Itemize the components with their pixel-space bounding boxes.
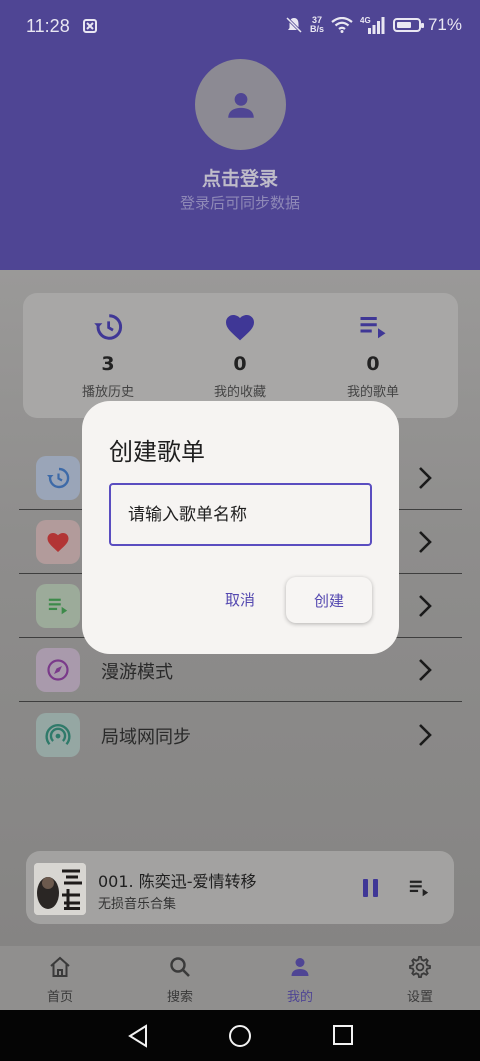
queue-icon[interactable] [408,877,430,899]
status-bar: 11:28 37 B/s 4G 71% [0,0,480,54]
home-icon [50,956,70,977]
playlist-icon [48,598,68,615]
menu-lan-sync-label: 局域网同步 [101,727,191,748]
menu-roam-icon-box [36,648,80,692]
compass-icon [47,659,69,681]
now-playing-bar[interactable]: 001. 陈奕迅-爱情转移 无损音乐合集 [26,851,454,924]
nav-search[interactable]: 搜索 [140,954,220,1005]
album-cover [34,863,86,915]
menu-row-lan-sync[interactable]: 局域网同步 [19,703,462,767]
svg-text:4G: 4G [360,16,371,25]
chevron-right-icon [419,724,432,746]
heart-icon [47,533,69,552]
gear-icon [409,955,431,978]
back-icon[interactable] [127,1024,149,1048]
pause-icon[interactable] [360,877,382,899]
stat-playlists-value: 0 [366,353,380,375]
stat-favorites-label: 我的收藏 [213,385,266,400]
stats-card: 3 播放历史 0 我的收藏 0 我的歌单 [23,293,458,418]
stat-history-value: 3 [101,353,115,375]
nav-mine[interactable]: 我的 [260,954,340,1005]
menu-roam-label: 漫游模式 [101,662,173,683]
person-icon [291,958,309,976]
login-subtitle: 登录后可同步数据 [179,194,300,212]
stat-history-label: 播放历史 [81,385,134,400]
stat-playlists[interactable]: 0 我的歌单 [313,311,433,400]
broadcast-icon [45,724,71,746]
menu-favorites-icon-box [36,520,80,564]
net-speed: 37 B/s [309,15,324,34]
heart-icon [226,315,254,341]
history-icon [47,467,70,489]
playlist-name-input[interactable] [109,483,372,546]
nav-home[interactable]: 首页 [20,954,100,1005]
battery-percent: 71% [427,15,462,34]
recents-icon[interactable] [332,1024,354,1046]
profile-header: 11:28 37 B/s 4G 71% 点击登录 登录后可同步数据 [0,0,480,270]
chevron-right-icon [419,595,432,617]
stat-favorites-value: 0 [233,353,247,375]
status-icons: 37 B/s 4G 71% [285,15,462,35]
chevron-right-icon [419,659,432,681]
battery-icon [392,18,424,32]
wifi-icon [331,17,353,33]
history-icon [94,314,123,340]
stat-history[interactable]: 3 播放历史 [48,311,168,400]
login-title[interactable]: 点击登录 [0,164,480,191]
nav-search-label: 搜索 [166,990,193,1005]
system-nav-bar [0,1010,480,1061]
avatar[interactable] [195,59,286,150]
home-circle-icon[interactable] [228,1024,252,1048]
nav-mine-label: 我的 [286,990,313,1005]
track-title: 001. 陈奕迅-爱情转移 [98,872,257,891]
nav-settings-label: 设置 [406,990,433,1005]
chevron-right-icon [419,467,432,489]
menu-history-icon-box [36,456,80,500]
cell-signal-icon: 4G [360,16,385,34]
status-time: 11:28 [26,16,70,36]
playlist-icon [360,317,386,339]
stat-favorites[interactable]: 0 我的收藏 [180,311,300,400]
mute-bell-icon [285,16,303,34]
create-playlist-dialog: 创建歌单 取消 创建 [82,401,399,654]
nav-settings[interactable]: 设置 [380,954,460,1005]
dialog-title: 创建歌单 [109,438,205,466]
create-button[interactable]: 创建 [286,577,372,623]
notification-icon [83,19,97,33]
nav-home-label: 首页 [46,990,73,1005]
stat-playlists-label: 我的歌单 [346,385,399,400]
cancel-button[interactable]: 取消 [215,577,265,621]
chevron-right-icon [419,531,432,553]
bottom-nav: 首页 搜索 我的 设置 [0,946,480,1010]
menu-lan-sync-icon-box [36,713,80,757]
menu-playlists-icon-box [36,584,80,628]
search-icon [170,957,190,977]
person-icon [227,92,254,118]
track-album: 无损音乐合集 [98,897,177,912]
